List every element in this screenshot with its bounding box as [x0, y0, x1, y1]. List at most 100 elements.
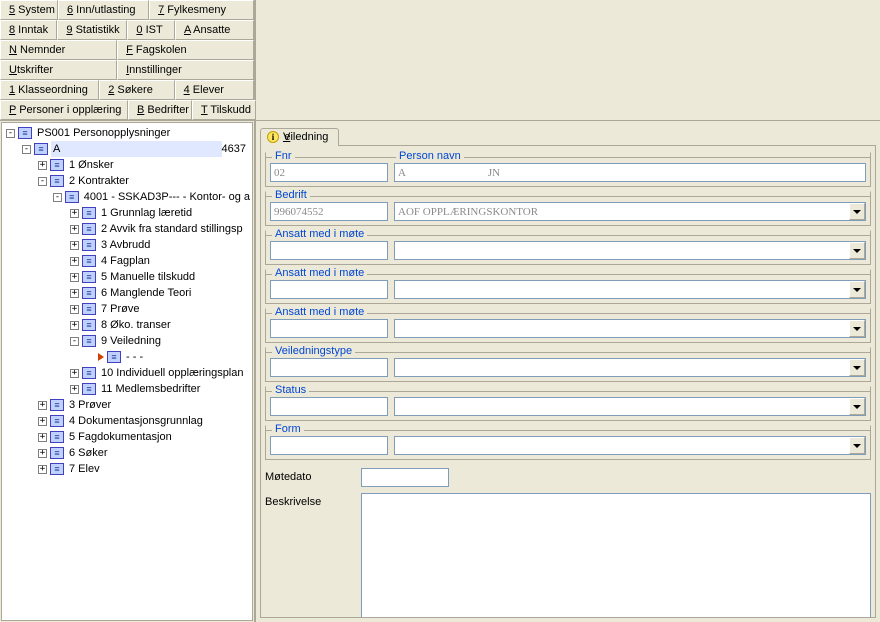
menu-item[interactable]: 7 Fylkesmeny [149, 0, 254, 20]
node-label: 2 Avvik fra standard stillingsp [99, 221, 245, 237]
form-combo[interactable] [394, 436, 866, 455]
tree-node[interactable]: +3 Prøver [2, 397, 252, 413]
tree-node[interactable]: +5 Manuelle tilskudd [2, 269, 252, 285]
expand-icon[interactable]: + [70, 273, 79, 282]
tree-node[interactable]: -4001 - SSKAD3P--- - Kontor- og a [2, 189, 252, 205]
tree-node[interactable]: -PS001 Personopplysninger [2, 125, 252, 141]
menu-item[interactable]: P Personer i opplæring [0, 100, 128, 120]
status-id-field[interactable] [270, 397, 388, 416]
chevron-down-icon[interactable] [849, 359, 865, 376]
collapse-icon[interactable]: - [70, 337, 79, 346]
menu-item[interactable]: 6 Inn/utlasting [58, 0, 149, 20]
expand-icon[interactable]: + [70, 257, 79, 266]
chevron-down-icon[interactable] [849, 242, 865, 259]
expand-icon[interactable]: + [38, 401, 47, 410]
menu-item[interactable]: 0 IST [127, 20, 175, 40]
tree-node[interactable]: +6 Manglende Teori [2, 285, 252, 301]
tree-node[interactable]: -A4637 [2, 141, 252, 157]
menu-item[interactable]: T Tilskudd [192, 100, 256, 120]
menu-item[interactable]: 4 Elever [175, 80, 254, 100]
expand-icon[interactable]: + [70, 369, 79, 378]
tree-node[interactable]: +4 Dokumentasjonsgrunnlag [2, 413, 252, 429]
tree-node[interactable]: +8 Øko. transer [2, 317, 252, 333]
expand-icon[interactable]: + [70, 209, 79, 218]
bedrift-combo[interactable] [394, 202, 866, 221]
ansatt1-id-field[interactable] [270, 241, 388, 260]
tab-veiledning[interactable]: iVeiledning [260, 128, 339, 146]
label-status: Status [272, 384, 309, 396]
tree-node[interactable]: +11 Medlemsbedrifter [2, 381, 252, 397]
expand-icon[interactable]: + [38, 465, 47, 474]
menu-item[interactable]: 1 Klasseordning [0, 80, 99, 100]
label-ansatt-1: Ansatt med i møte [272, 228, 367, 240]
ansatt3-id-field[interactable] [270, 319, 388, 338]
tree-node[interactable]: +2 Avvik fra standard stillingsp [2, 221, 252, 237]
menu-item[interactable]: N Nemnder [0, 40, 117, 60]
group-ansatt-2: Ansatt med i møte [265, 269, 871, 304]
ansatt2-id-field[interactable] [270, 280, 388, 299]
chevron-down-icon[interactable] [849, 203, 865, 220]
beskrivelse-field[interactable] [361, 493, 871, 618]
expand-icon[interactable]: + [70, 321, 79, 330]
tree-node[interactable]: +5 Fagdokumentasjon [2, 429, 252, 445]
node-icon [82, 319, 96, 331]
chevron-down-icon[interactable] [849, 320, 865, 337]
status-combo[interactable] [394, 397, 866, 416]
tree-node[interactable]: +1 Grunnlag læretid [2, 205, 252, 221]
menu-item[interactable]: Utskrifter [0, 60, 117, 80]
ansatt3-name-field[interactable] [394, 319, 866, 338]
collapse-icon[interactable]: - [53, 193, 62, 202]
fnr-field [270, 163, 388, 182]
menu-item[interactable]: Innstillinger [117, 60, 254, 80]
expand-icon[interactable]: + [38, 417, 47, 426]
status-name-field[interactable] [394, 397, 866, 416]
menu-item[interactable]: A Ansatte [175, 20, 254, 40]
menu-item[interactable]: F Fagskolen [117, 40, 254, 60]
menu-item[interactable]: 2 Søkere [99, 80, 174, 100]
veiltype-name-field[interactable] [394, 358, 866, 377]
menu-item[interactable]: 9 Statistikk [57, 20, 127, 40]
expand-icon[interactable]: + [70, 225, 79, 234]
expand-icon[interactable]: + [70, 241, 79, 250]
tree-node[interactable]: +7 Elev [2, 461, 252, 477]
tree-node[interactable]: - - - [2, 349, 252, 365]
chevron-down-icon[interactable] [849, 398, 865, 415]
ansatt1-combo[interactable] [394, 241, 866, 260]
tree-node[interactable]: +3 Avbrudd [2, 237, 252, 253]
tree-node[interactable]: +10 Individuell opplæringsplan [2, 365, 252, 381]
expand-icon[interactable]: + [70, 385, 79, 394]
ansatt2-combo[interactable] [394, 280, 866, 299]
collapse-icon[interactable]: - [38, 177, 47, 186]
tree-view[interactable]: -PS001 Personopplysninger-A4637+1 Ønsker… [1, 122, 253, 621]
menu-item[interactable]: 5 System [0, 0, 58, 20]
veiltype-combo[interactable] [394, 358, 866, 377]
menu-item[interactable]: B Bedrifter [128, 100, 192, 120]
expand-icon[interactable]: + [70, 305, 79, 314]
tree-node[interactable]: +7 Prøve [2, 301, 252, 317]
ansatt3-combo[interactable] [394, 319, 866, 338]
tree-node[interactable]: - 9 Veiledning [2, 333, 252, 349]
expand-icon[interactable]: + [38, 433, 47, 442]
expand-icon[interactable]: + [38, 161, 47, 170]
collapse-icon[interactable]: - [22, 145, 31, 154]
label-fnr: Fnr [272, 150, 295, 162]
veiltype-id-field[interactable] [270, 358, 388, 377]
chevron-down-icon[interactable] [849, 281, 865, 298]
node-label: 9 Veiledning [99, 333, 163, 349]
tree-node[interactable]: +1 Ønsker [2, 157, 252, 173]
tree-node[interactable]: +4 Fagplan [2, 253, 252, 269]
form-name-field[interactable] [394, 436, 866, 455]
ansatt2-name-field[interactable] [394, 280, 866, 299]
collapse-icon[interactable]: - [6, 129, 15, 138]
motedato-field[interactable] [361, 468, 449, 487]
ansatt1-name-field[interactable] [394, 241, 866, 260]
node-icon [34, 143, 48, 155]
expand-icon[interactable]: + [70, 289, 79, 298]
group-person: Fnr Person navn [265, 152, 871, 187]
expand-icon[interactable]: + [38, 449, 47, 458]
form-id-field[interactable] [270, 436, 388, 455]
tree-node[interactable]: +6 Søker [2, 445, 252, 461]
chevron-down-icon[interactable] [849, 437, 865, 454]
menu-item[interactable]: 8 Inntak [0, 20, 57, 40]
tree-node[interactable]: -2 Kontrakter [2, 173, 252, 189]
